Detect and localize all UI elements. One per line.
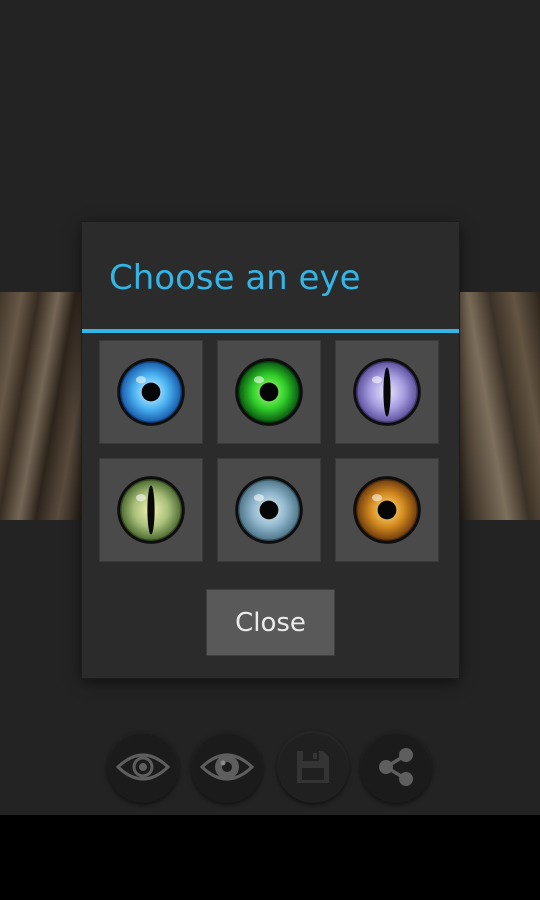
- face-photo-right: [459, 292, 540, 520]
- dialog-title: Choose an eye: [109, 258, 361, 298]
- save-button[interactable]: [277, 731, 349, 803]
- face-photo-left: [0, 292, 82, 520]
- eye-option-4[interactable]: [99, 458, 203, 562]
- amber-eye-icon: [353, 476, 421, 544]
- title-divider: [82, 329, 459, 333]
- violet-cat-eye-icon: [353, 358, 421, 426]
- green-eye-icon: [235, 358, 303, 426]
- pale-blue-eye-icon: [235, 476, 303, 544]
- eye-filled-icon: [199, 753, 255, 781]
- eye-option-1[interactable]: [99, 340, 203, 444]
- blue-eye-icon: [117, 358, 185, 426]
- share-button[interactable]: [360, 731, 432, 803]
- view-eye-button[interactable]: [107, 731, 179, 803]
- close-button[interactable]: Close: [206, 589, 335, 656]
- eye-option-5[interactable]: [217, 458, 321, 562]
- apply-eye-button[interactable]: [191, 731, 263, 803]
- choose-eye-dialog: Choose an eye Close: [82, 222, 459, 678]
- system-navigation-bar: [0, 815, 540, 900]
- share-icon: [379, 748, 413, 786]
- eye-option-6[interactable]: [335, 458, 439, 562]
- eye-outline-icon: [115, 753, 171, 781]
- save-icon: [297, 751, 329, 783]
- eye-option-3[interactable]: [335, 340, 439, 444]
- yellow-green-cat-eye-icon: [117, 476, 185, 544]
- eye-option-2[interactable]: [217, 340, 321, 444]
